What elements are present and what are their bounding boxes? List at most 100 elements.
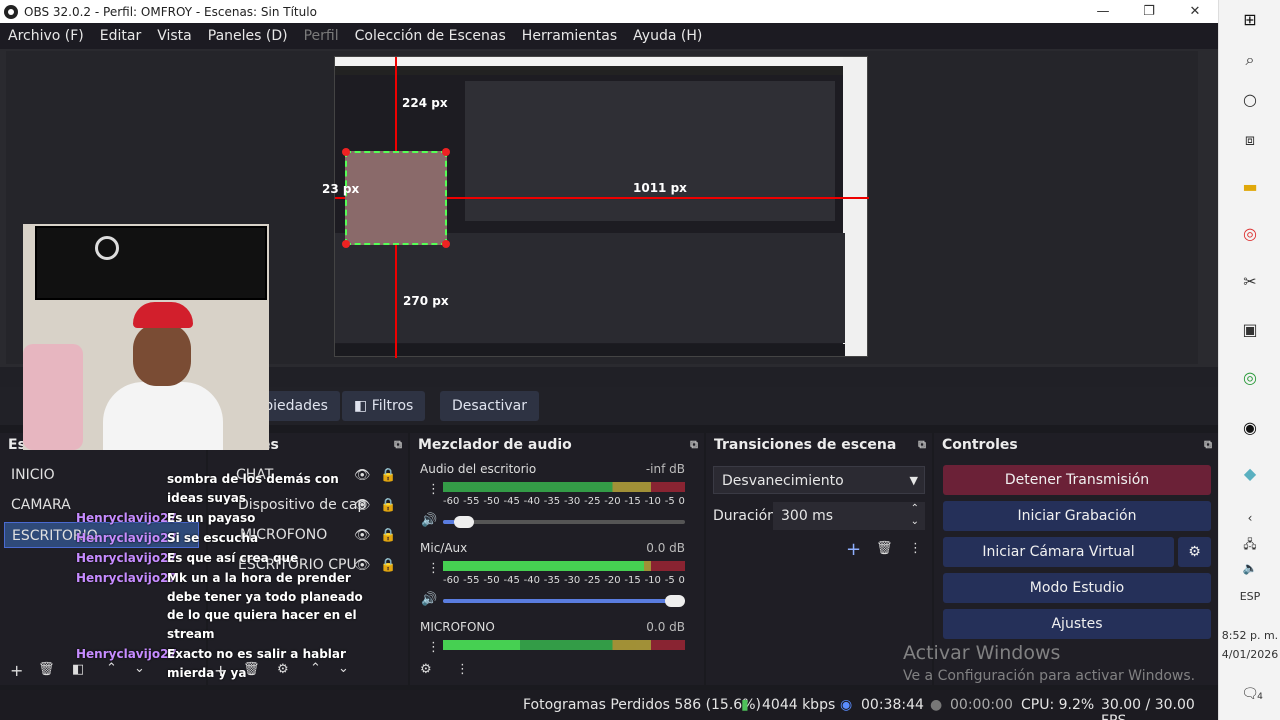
menu-vista[interactable]: Vista: [149, 28, 200, 44]
audio-meter: [443, 482, 685, 492]
scale-tick-label: 0: [678, 496, 685, 507]
move-source-down-icon[interactable]: ⌄: [338, 661, 349, 676]
chevron-left-icon[interactable]: ‹: [1238, 506, 1262, 530]
menu-paneles[interactable]: Paneles (D): [200, 28, 296, 44]
add-transition-icon[interactable]: +: [846, 539, 861, 560]
menu-ayuda[interactable]: Ayuda (H): [625, 28, 710, 44]
virtual-camera-settings-button[interactable]: ⚙: [1178, 537, 1211, 567]
mixer-settings-icon[interactable]: ⚙: [420, 662, 432, 677]
start-recording-button[interactable]: Iniciar Grabación: [943, 501, 1211, 531]
volume-slider[interactable]: [443, 595, 685, 607]
move-scene-down-icon[interactable]: ⌄: [134, 661, 145, 676]
menu-herramientas[interactable]: Herramientas: [514, 28, 625, 44]
menu-perfil[interactable]: Perfil: [296, 28, 347, 44]
capcut-icon[interactable]: ✂: [1238, 270, 1262, 294]
menu-editar[interactable]: Editar: [92, 28, 149, 44]
filters-button[interactable]: ◧ Filtros: [342, 391, 426, 421]
cortana-circle-icon[interactable]: ○: [1238, 88, 1262, 112]
visibility-eye-icon[interactable]: 👁: [354, 528, 371, 543]
task-view-icon[interactable]: ⧈: [1238, 128, 1262, 152]
dock-float-icon[interactable]: ⧉: [918, 433, 926, 457]
source-settings-icon[interactable]: ⚙: [277, 662, 289, 677]
dock-float-icon[interactable]: ⧉: [1204, 433, 1212, 457]
snipping-tool-icon[interactable]: ▣: [1238, 318, 1262, 342]
file-explorer-icon[interactable]: ▬: [1238, 175, 1262, 199]
add-scene-icon[interactable]: +: [10, 661, 23, 680]
speaker-icon[interactable]: 🔊: [421, 592, 437, 607]
selected-source-box[interactable]: [342, 148, 450, 248]
transition-menu-icon[interactable]: ⋮: [909, 541, 922, 556]
lock-icon[interactable]: 🔒: [380, 558, 396, 573]
obs-taskbar-icon[interactable]: ◉: [1238, 416, 1262, 440]
chrome-profile-icon[interactable]: ◎: [1238, 366, 1262, 390]
start-virtual-camera-button[interactable]: Iniciar Cámara Virtual: [943, 537, 1174, 567]
speaker-icon[interactable]: 🔊: [421, 513, 437, 528]
volume-slider-knob[interactable]: [454, 516, 475, 528]
duration-field[interactable]: 300 ms ⌃ ⌄: [773, 502, 925, 530]
lock-icon[interactable]: 🔒: [380, 468, 396, 483]
volume-slider[interactable]: [443, 516, 685, 528]
scene-filters-icon[interactable]: ◧: [72, 662, 84, 677]
chrome-icon[interactable]: ◎: [1238, 222, 1262, 246]
resize-handle[interactable]: [442, 148, 450, 156]
filter-icon: ◧: [354, 398, 372, 414]
mixer-menu-icon[interactable]: ⋮: [456, 662, 469, 677]
app-icon[interactable]: ◆: [1238, 462, 1262, 486]
menu-coleccion-escenas[interactable]: Colección de Escenas: [347, 28, 514, 44]
resize-handle[interactable]: [342, 240, 350, 248]
recording-time: 00:00:00: [950, 697, 1013, 713]
audio-meter: [443, 561, 685, 571]
source-item-capture-device[interactable]: Dispositivo de cap: [238, 492, 366, 518]
lock-icon[interactable]: 🔒: [380, 528, 396, 543]
remove-source-icon[interactable]: 🗑: [243, 662, 260, 677]
studio-mode-button[interactable]: Modo Estudio: [943, 573, 1211, 603]
network-icon[interactable]: 🖧: [1238, 532, 1262, 556]
menu-archivo[interactable]: Archivo (F): [0, 28, 92, 44]
chevron-down-icon: ▼: [909, 474, 918, 487]
scale-tick-label: -55: [463, 496, 480, 507]
close-icon[interactable]: ✕: [1172, 0, 1218, 23]
gear-icon: ⚙: [1188, 544, 1201, 560]
remove-scene-icon[interactable]: 🗑: [38, 662, 55, 677]
resize-handle[interactable]: [342, 148, 350, 156]
visibility-eye-icon[interactable]: 👁: [354, 558, 371, 573]
settings-button[interactable]: Ajustes: [943, 609, 1211, 639]
transition-select[interactable]: Desvanecimiento ▼: [713, 466, 925, 494]
minimize-icon[interactable]: —: [1080, 0, 1126, 23]
channel-menu-icon[interactable]: ⋮: [427, 482, 440, 497]
title-bar: OBS 32.0.2 - Perfil: OMFROY - Escenas: S…: [0, 0, 1218, 23]
window-title: OBS 32.0.2 - Perfil: OMFROY - Escenas: S…: [24, 4, 317, 19]
volume-slider-knob[interactable]: [665, 595, 685, 607]
scale-tick-label: -10: [644, 496, 661, 507]
mixer-channel-db: -inf dB: [645, 462, 685, 476]
visibility-eye-icon[interactable]: 👁: [354, 468, 371, 483]
chat-line: Si se escucha: [167, 531, 259, 545]
dock-float-icon[interactable]: ⧉: [394, 433, 402, 457]
clock-time[interactable]: 8:52 p. m.: [1219, 629, 1280, 642]
remove-transition-icon[interactable]: 🗑: [876, 541, 893, 556]
scale-tick-label: -35: [543, 496, 561, 507]
channel-menu-icon[interactable]: ⋮: [427, 561, 440, 576]
resize-handle[interactable]: [442, 240, 450, 248]
language-indicator[interactable]: ESP: [1219, 590, 1280, 603]
mixer-channel-name: Mic/Aux: [420, 541, 468, 555]
dock-float-icon[interactable]: ⧉: [690, 433, 698, 457]
move-source-up-icon[interactable]: ⌃: [310, 661, 321, 676]
distance-label-right: 1011 px: [633, 181, 687, 195]
stop-stream-button[interactable]: Detener Transmisión: [943, 465, 1211, 495]
maximize-icon[interactable]: ❐: [1126, 0, 1172, 23]
windows-start-icon[interactable]: ⊞: [1238, 8, 1262, 32]
move-scene-up-icon[interactable]: ⌃: [106, 661, 117, 676]
spinner-arrows-icon[interactable]: ⌃ ⌄: [911, 502, 919, 528]
distance-label-bottom: 270 px: [403, 294, 449, 308]
search-icon[interactable]: ⌕: [1238, 48, 1262, 72]
scale-tick-label: -60: [443, 575, 460, 586]
visibility-eye-icon[interactable]: 👁: [354, 498, 371, 513]
channel-menu-icon[interactable]: ⋮: [427, 640, 440, 655]
recording-icon: ●: [930, 697, 943, 713]
lock-icon[interactable]: 🔒: [380, 498, 396, 513]
add-source-icon[interactable]: +: [214, 661, 227, 680]
clock-date[interactable]: 4/01/2026: [1219, 648, 1280, 661]
volume-icon[interactable]: 🔈: [1238, 556, 1262, 580]
deactivate-button[interactable]: Desactivar: [440, 391, 539, 421]
